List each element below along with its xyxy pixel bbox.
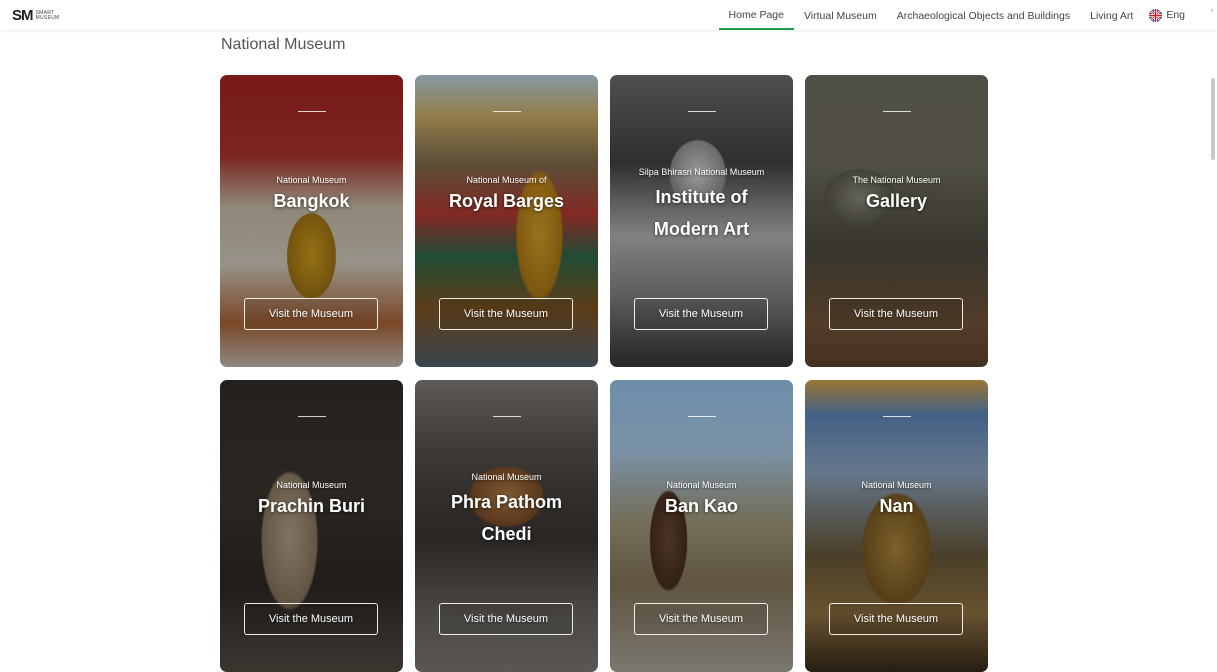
card-divider: [882, 111, 911, 112]
museum-card-royal-barges[interactable]: National Museum of Royal Barges Visit th…: [415, 75, 598, 367]
visit-museum-button[interactable]: Visit the Museum: [439, 603, 573, 635]
logo-wordmark: SMART MUSEUM: [35, 10, 60, 21]
smart-museum-logo[interactable]: SM SMART MUSEUM: [12, 7, 60, 24]
uk-flag-icon: [1149, 8, 1163, 22]
visit-museum-button[interactable]: Visit the Museum: [244, 603, 378, 635]
visit-museum-button[interactable]: Visit the Museum: [439, 298, 573, 330]
museum-card-subtitle: National Museum: [276, 175, 347, 185]
museum-card-name: Bangkok: [273, 191, 350, 211]
museum-card-subtitle: National Museum: [666, 480, 737, 490]
card-divider: [492, 416, 521, 417]
overflow-indicator: ': [1211, 8, 1213, 18]
museum-card-gallery[interactable]: The National Museum Gallery Visit the Mu…: [805, 75, 988, 367]
museum-card-subtitle: National Museum: [861, 480, 932, 490]
nav-archaeological-objects[interactable]: Archaeological Objects and Buildings: [887, 0, 1080, 30]
card-divider: [882, 416, 911, 417]
museum-card-prachin-buri[interactable]: National Museum Prachin Buri Visit the M…: [220, 380, 403, 672]
card-divider: [687, 416, 716, 417]
museum-card-ban-kao[interactable]: National Museum Ban Kao Visit the Museum: [610, 380, 793, 672]
museum-card-name: Institute of Modern Art: [653, 187, 750, 239]
card-divider: [297, 416, 326, 417]
museum-card-modern-art[interactable]: Silpa Bhirasri National Museum Institute…: [610, 75, 793, 367]
logo-mark: SM: [12, 7, 33, 24]
language-switcher[interactable]: Eng: [1143, 8, 1191, 22]
visit-museum-button[interactable]: Visit the Museum: [634, 298, 768, 330]
top-navigation-bar: SM SMART MUSEUM Home Page Virtual Museum…: [0, 0, 1217, 30]
logo-line-2: MUSEUM: [35, 14, 60, 21]
museum-card-name: Royal Barges: [448, 191, 565, 211]
card-divider: [492, 111, 521, 112]
museum-card-name: Prachin Buri: [257, 496, 366, 516]
main-nav: Home Page Virtual Museum Archaeological …: [718, 0, 1191, 30]
museum-card-bangkok[interactable]: National Museum Bangkok Visit the Museum: [220, 75, 403, 367]
museum-card-name: Ban Kao: [664, 496, 738, 516]
museum-card-subtitle: The National Museum: [852, 175, 941, 185]
museum-card-nan[interactable]: National Museum Nan Visit the Museum: [805, 380, 988, 672]
museum-card-subtitle: National Museum: [276, 480, 347, 490]
visit-museum-button[interactable]: Visit the Museum: [829, 603, 963, 635]
nav-virtual-museum[interactable]: Virtual Museum: [794, 0, 887, 30]
card-divider: [687, 111, 716, 112]
museum-grid: National Museum Bangkok Visit the Museum…: [220, 75, 988, 672]
museum-card-name: Gallery: [865, 191, 928, 211]
museum-card-subtitle: National Museum: [471, 472, 542, 482]
museum-card-phra-pathom-chedi[interactable]: National Museum Phra Pathom Chedi Visit …: [415, 380, 598, 672]
museum-card-name: Phra Pathom Chedi: [450, 492, 563, 544]
nav-living-art[interactable]: Living Art: [1080, 0, 1143, 30]
museum-card-subtitle: National Museum of: [466, 175, 547, 185]
museum-card-name: Nan: [879, 496, 914, 516]
museum-card-subtitle: Silpa Bhirasri National Museum: [638, 167, 765, 177]
visit-museum-button[interactable]: Visit the Museum: [244, 298, 378, 330]
visit-museum-button[interactable]: Visit the Museum: [634, 603, 768, 635]
nav-home-page[interactable]: Home Page: [718, 0, 794, 30]
card-divider: [297, 111, 326, 112]
page-scrollbar-thumb[interactable]: [1211, 78, 1215, 160]
visit-museum-button[interactable]: Visit the Museum: [829, 298, 963, 330]
language-label: Eng: [1166, 9, 1185, 21]
page-title: National Museum: [221, 36, 346, 53]
